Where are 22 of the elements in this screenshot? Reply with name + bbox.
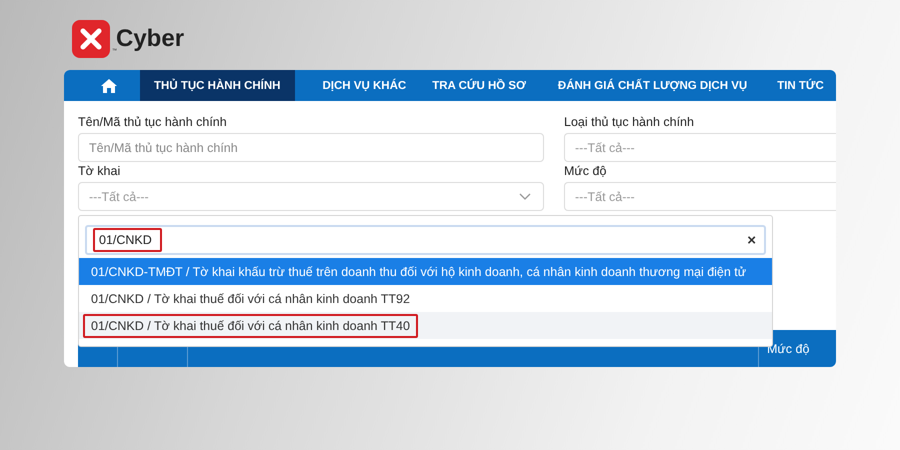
nav-tab[interactable]: TIN TỨC — [761, 70, 830, 101]
input-field[interactable]: Tên/Mã thủ tục hành chính — [78, 133, 544, 162]
dropdown-option[interactable]: 01/CNKD / Tờ khai thuế đối với cá nhân kinh doanh TT40 — [79, 312, 772, 339]
clear-icon[interactable]: × — [747, 232, 756, 248]
select-field[interactable]: ---Tất cả--- — [78, 182, 544, 211]
nav-tab[interactable]: DỊCH VỤ KHÁC — [294, 70, 420, 101]
nav-tab[interactable]: THỦ TỤC HÀNH CHÍNH — [140, 70, 294, 101]
dropdown-option[interactable]: 01/CNKD / Tờ khai thuế đối với cá nhân kinh doanh TT92 — [79, 285, 772, 312]
select-field[interactable]: ---Tất cả--- — [564, 133, 836, 162]
logo-wordmark: Cyber — [116, 25, 184, 53]
field-label: Loại thủ tục hành chính — [564, 115, 695, 129]
logo-icon — [72, 20, 110, 58]
dropdown-option[interactable]: 01/CNKD-TMĐT / Tờ khai khấu trừ thuế trên doanh thu đối với hộ kinh doanh, cá nhân kinh doanh thương mại điện tử — [79, 258, 772, 285]
field-label: Tờ khai — [78, 164, 122, 178]
caret-icon — [519, 192, 531, 200]
field-label: Tên/Mã thủ tục hành chính — [78, 115, 228, 129]
nav-tab[interactable]: TRA CỨU HỒ SƠ — [420, 70, 540, 101]
select-field[interactable]: ---Tất cả--- — [564, 182, 836, 211]
home-icon — [100, 78, 118, 94]
search-field[interactable]: 01/CNKD × — [85, 225, 766, 255]
nav-tab[interactable]: ĐÁNH GIÁ CHẤT LƯỢNG DỊCH VỤ — [540, 70, 762, 101]
field-label: Mức độ — [564, 164, 608, 178]
